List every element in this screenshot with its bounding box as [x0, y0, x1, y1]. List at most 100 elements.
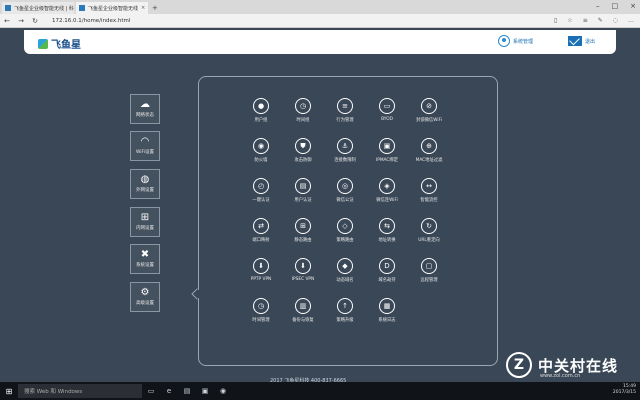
time-icon: ◷ [253, 298, 269, 314]
task-view-icon[interactable]: ▭ [142, 387, 160, 395]
feature-item[interactable]: ⊕ MAC地址过滤 [408, 138, 450, 178]
pptp-vpn-icon: ⬇ [253, 258, 269, 274]
feature-item[interactable]: ▥ 备份与恢复 [282, 298, 324, 338]
sidebar-item-wan[interactable]: ◍ 外网设置 [130, 169, 160, 199]
id-card-icon: ▤ [295, 178, 311, 194]
store-icon[interactable]: ▣ [196, 387, 214, 395]
sidebar-item-lan[interactable]: ⊞ 内网设置 [130, 207, 160, 237]
tab-title: 飞鱼星企业级智能无线 | 科 [14, 5, 74, 12]
sidebar-item-system[interactable]: ✖ 系统设置 [130, 244, 160, 274]
browser-tab[interactable]: 飞鱼星企业级智能无线 | 科 × [2, 2, 74, 14]
close-window-icon[interactable]: × [630, 2, 636, 10]
feature-item[interactable]: ◷ 时间组 [282, 98, 324, 138]
sidebar-item-advanced[interactable]: ⚙ 高级设置 [130, 282, 160, 312]
feature-item[interactable]: ● 用户组 [240, 98, 282, 138]
minimize-icon[interactable]: – [596, 2, 600, 10]
feature-label: IPMAC绑定 [375, 158, 399, 163]
feature-label: IPSEC VPN [291, 277, 315, 282]
user-label: 系统管理 [513, 38, 534, 45]
devices-icon: ▭ [379, 98, 395, 114]
favorite-star-icon[interactable]: ☆ [567, 17, 572, 24]
windows-start-icon[interactable]: ⊞ [0, 387, 18, 396]
feature-item[interactable]: ↻ URL重定向 [408, 218, 450, 258]
hub-icon[interactable]: ≡ [583, 17, 588, 24]
reading-view-icon[interactable]: ▯ [554, 17, 557, 24]
feature-item[interactable]: ◇ 策略路由 [324, 218, 366, 258]
site-favicon-icon [5, 5, 11, 11]
feature-label: 静态路由 [294, 238, 312, 243]
log-icon: ▦ [379, 298, 395, 314]
browser-nav-bar: ← → ↻ 172.16.0.1/home/index.html ▯ ☆ ≡ ✎… [0, 14, 640, 28]
feature-label: 远程管理 [420, 278, 438, 283]
feature-item[interactable]: ◷ 时间管理 [240, 298, 282, 338]
feature-item[interactable]: D 域名劫持 [366, 258, 408, 298]
feature-label: 端口映射 [252, 238, 270, 243]
logo: 飞鱼星 [38, 36, 81, 51]
system-tray[interactable]: 15:49 2017/3/15 [613, 384, 636, 396]
feature-item[interactable]: ▢ 远程管理 [408, 258, 450, 298]
feature-item[interactable]: ⬇ PPTP VPN [240, 258, 282, 298]
feature-item[interactable]: ↔ 智能流控 [408, 178, 450, 218]
logout-button[interactable]: 退出 [568, 36, 595, 46]
feature-label: 地址转换 [378, 238, 396, 243]
shield-icon: ⛊ [295, 138, 311, 154]
feature-label: 时间管理 [252, 318, 270, 323]
feature-item[interactable]: ◴ 一键认证 [240, 178, 282, 218]
maximize-icon[interactable]: □ [612, 2, 619, 10]
forward-icon[interactable]: → [14, 17, 28, 25]
feature-item[interactable]: ◉ 防火墙 [240, 138, 282, 178]
close-tab-icon[interactable]: × [141, 5, 145, 11]
file-explorer-icon[interactable]: ▤ [178, 387, 196, 395]
nat-icon: ⇆ [379, 218, 395, 234]
clock-date: 2017/3/15 [612, 390, 636, 395]
feature-item[interactable]: ▭ BYOD [366, 98, 408, 138]
ddns-icon: ◆ [337, 258, 353, 274]
feature-label: 微信公证 [336, 198, 354, 203]
back-icon[interactable]: ← [0, 17, 14, 25]
feature-item[interactable]: ⊞ 静态路由 [282, 218, 324, 258]
feature-item[interactable]: ⇆ 地址转换 [366, 218, 408, 258]
browser-tab-active[interactable]: 飞鱼星企业级智能无线 × [76, 2, 148, 14]
feature-label: 智能流控 [420, 198, 438, 203]
feature-item[interactable]: ≡ 行为管理 [324, 98, 366, 138]
more-icon[interactable]: … [628, 17, 634, 24]
firewall-icon: ◉ [253, 138, 269, 154]
sidebar-item-label: 外网设置 [136, 188, 154, 193]
edge-browser-icon[interactable]: e [160, 387, 178, 395]
user-menu[interactable]: 系统管理 [498, 35, 533, 47]
feature-grid: ● 用户组 ◷ 时间组 ≡ 行为管理 ▭ BYOD ⊘ 封锁微信WiFi ◉ 防火墙 ⛊ 攻击防御 ⚓ 连接数… [240, 98, 466, 338]
taskbar-search[interactable]: 搜索 Web 和 Windows [18, 384, 142, 398]
site-favicon-icon [79, 5, 85, 11]
address-bar[interactable]: 172.16.0.1/home/index.html [52, 18, 130, 24]
app-icon[interactable]: ◉ [214, 387, 232, 395]
feature-item[interactable]: ⊘ 封锁微信WiFi [408, 98, 450, 138]
window-controls: – □ × [596, 2, 636, 10]
wechat-wifi-icon: ◈ [379, 178, 395, 194]
feature-item[interactable]: ▦ 系统日志 [366, 298, 408, 338]
feature-item[interactable]: ↑ 策略升级 [324, 298, 366, 338]
feature-label: 防火墙 [254, 158, 268, 163]
note-icon[interactable]: ✎ [598, 17, 603, 24]
feature-item[interactable]: ⬇ IPSEC VPN [282, 258, 324, 298]
sidebar-item-network-status[interactable]: ☁ 网络状态 [130, 94, 160, 124]
new-tab-icon[interactable]: + [152, 4, 158, 12]
sidebar-item-wifi[interactable]: ◠ WiFi设置 [130, 131, 160, 161]
watermark-url: www.zol.com.cn [540, 373, 581, 379]
feature-label: 封锁微信WiFi [416, 118, 442, 123]
dns-icon: D [379, 258, 395, 274]
share-icon[interactable]: ◌ [613, 17, 618, 24]
feature-item[interactable]: ▤ 用户认证 [282, 178, 324, 218]
logo-text: 飞鱼星 [51, 40, 81, 51]
connections-icon: ⚓ [337, 138, 353, 154]
refresh-icon[interactable]: ↻ [28, 17, 42, 25]
feature-item[interactable]: ◆ 动态域名 [324, 258, 366, 298]
feature-item[interactable]: ⚓ 连接数限制 [324, 138, 366, 178]
tab-title: 飞鱼星企业级智能无线 [88, 5, 139, 12]
feature-label: BYOD [381, 117, 393, 122]
feature-item[interactable]: ◎ 微信公证 [324, 178, 366, 218]
feature-item[interactable]: ⇄ 端口映射 [240, 218, 282, 258]
feature-item[interactable]: ▣ IPMAC绑定 [366, 138, 408, 178]
feature-item[interactable]: ⛊ 攻击防御 [282, 138, 324, 178]
feature-label: 域名劫持 [378, 278, 396, 283]
feature-item[interactable]: ◈ 微信连WiFi [366, 178, 408, 218]
